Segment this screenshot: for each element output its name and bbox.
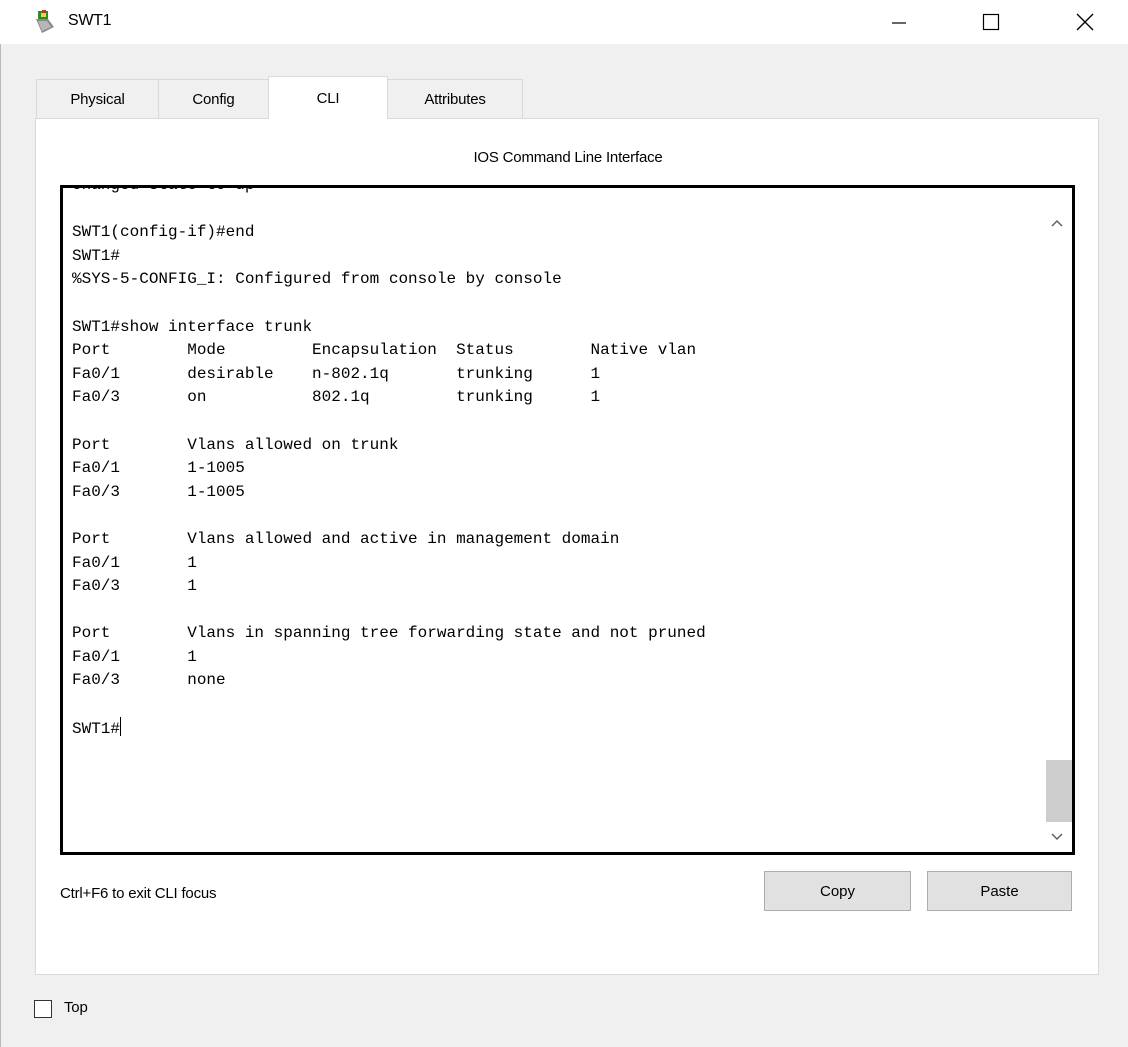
console-line: Fa0/3 1 <box>72 577 197 596</box>
tab-config[interactable]: Config <box>158 79 269 118</box>
console-line: Fa0/1 1-1005 <box>72 459 245 478</box>
cisco-device-icon <box>36 10 54 33</box>
window-frame <box>0 44 1 1047</box>
chevron-up-icon <box>1051 219 1063 227</box>
console-line: changed state to up <box>72 185 255 194</box>
top-checkbox[interactable] <box>34 1000 52 1018</box>
cli-console[interactable]: changed state to up SWT1(config-if)#end … <box>60 185 1075 855</box>
minimize-icon <box>892 22 906 24</box>
console-output[interactable]: changed state to up SWT1(config-if)#end … <box>72 185 706 741</box>
console-line: Fa0/3 1-1005 <box>72 482 245 501</box>
console-line: SWT1#show interface trunk <box>72 317 313 336</box>
scroll-thumb[interactable] <box>1046 760 1072 822</box>
tab-physical[interactable]: Physical <box>36 79 159 118</box>
console-line: SWT1# <box>72 719 121 738</box>
text-cursor <box>120 716 122 736</box>
window-title: SWT1 <box>68 12 112 29</box>
console-line: SWT1# <box>72 246 121 265</box>
tab-cli[interactable]: CLI <box>268 76 388 119</box>
console-line: Fa0/1 1 <box>72 647 197 666</box>
console-line: Port Vlans allowed on trunk <box>72 435 399 454</box>
copy-button[interactable]: Copy <box>764 871 911 911</box>
chevron-down-icon <box>1051 833 1063 841</box>
scroll-up-button[interactable] <box>1042 208 1072 238</box>
console-line: Fa0/1 1 <box>72 553 197 572</box>
minimize-button[interactable] <box>874 0 924 44</box>
console-line: Fa0/1 desirable n-802.1q trunking 1 <box>72 364 601 383</box>
title-bar: SWT1 <box>0 0 1128 44</box>
console-line: Port Vlans in spanning tree forwarding s… <box>72 624 706 643</box>
close-button[interactable] <box>1060 0 1110 44</box>
tab-attributes[interactable]: Attributes <box>387 79 523 118</box>
top-checkbox-label: Top <box>64 999 88 1016</box>
console-line: SWT1(config-if)#end <box>72 223 255 242</box>
console-line: Port Mode Encapsulation Status Native vl… <box>72 341 697 360</box>
maximize-button[interactable] <box>966 0 1016 44</box>
close-icon <box>1076 13 1094 31</box>
panel-title: IOS Command Line Interface <box>473 149 663 166</box>
console-line: Port Vlans allowed and active in managem… <box>72 529 620 548</box>
console-line: Fa0/3 on 802.1q trunking 1 <box>72 388 601 407</box>
console-line: Fa0/3 none <box>72 671 226 690</box>
maximize-icon <box>982 13 1000 31</box>
console-line: %SYS-5-CONFIG_I: Configured from console… <box>72 270 562 289</box>
console-scrollbar[interactable] <box>1042 188 1072 852</box>
cli-panel: IOS Command Line Interface changed state… <box>35 118 1099 975</box>
cli-focus-hint: Ctrl+F6 to exit CLI focus <box>60 885 217 902</box>
scroll-down-button[interactable] <box>1042 822 1072 852</box>
paste-button[interactable]: Paste <box>927 871 1072 911</box>
